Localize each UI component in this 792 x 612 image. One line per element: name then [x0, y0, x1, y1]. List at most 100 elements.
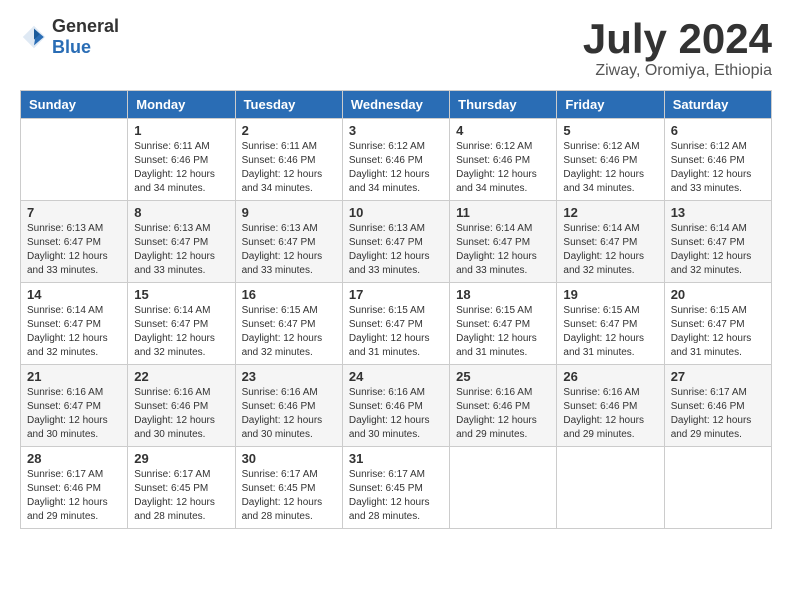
calendar-cell: 22Sunrise: 6:16 AM Sunset: 6:46 PM Dayli… — [128, 365, 235, 447]
calendar-cell: 21 Sunrise: 6:16 AM Sunset: 6:47 PM Dayli… — [21, 365, 128, 447]
calendar-cell: 7Sunrise: 6:13 AM Sunset: 6:47 PM Daylig… — [21, 201, 128, 283]
day-info: Sunrise: 6:16 AM Sunset: 6:46 PM Dayligh… — [349, 386, 443, 442]
calendar-cell: 13 Sunrise: 6:14 AM Sunset: 6:47 PM Dayli… — [664, 201, 771, 283]
day-number: 17 — [349, 287, 443, 302]
day-info: Sunrise: 6:14 AM Sunset: 6:47 PM Dayligh… — [134, 304, 228, 360]
calendar-cell: 17 Sunrise: 6:15 AM Sunset: 6:47 PM Dayli… — [342, 283, 449, 365]
week-row-4: 21 Sunrise: 6:16 AM Sunset: 6:47 PM Dayli… — [21, 365, 772, 447]
calendar-cell: 24Sunrise: 6:16 AM Sunset: 6:46 PM Dayli… — [342, 365, 449, 447]
day-info: Sunrise: 6:11 AM Sunset: 6:46 PM Dayligh… — [242, 140, 336, 196]
weekday-header-row: SundayMondayTuesdayWednesdayThursdayFrid… — [21, 91, 772, 119]
week-row-1: 1 Sunrise: 6:11 AM Sunset: 6:46 PM Daylig… — [21, 119, 772, 201]
day-number: 13 — [671, 205, 765, 220]
location-title: Ziway, Oromiya, Ethiopia — [583, 62, 772, 80]
day-number: 26 — [563, 369, 657, 384]
day-info: Sunrise: 6:16 AM Sunset: 6:46 PM Dayligh… — [134, 386, 228, 442]
day-info: Sunrise: 6:15 AM Sunset: 6:47 PM Dayligh… — [242, 304, 336, 360]
calendar-cell: 28Sunrise: 6:17 AM Sunset: 6:46 PM Dayli… — [21, 447, 128, 529]
weekday-header-tuesday: Tuesday — [235, 91, 342, 119]
calendar-cell: 25 Sunrise: 6:16 AM Sunset: 6:46 PM Dayli… — [450, 365, 557, 447]
day-number: 29 — [134, 451, 228, 466]
day-info: Sunrise: 6:17 AM Sunset: 6:45 PM Dayligh… — [242, 468, 336, 524]
day-number: 18 — [456, 287, 550, 302]
day-number: 31 — [349, 451, 443, 466]
calendar-cell: 10Sunrise: 6:13 AM Sunset: 6:47 PM Dayli… — [342, 201, 449, 283]
logo: General Blue — [20, 16, 119, 58]
day-info: Sunrise: 6:14 AM Sunset: 6:47 PM Dayligh… — [456, 222, 550, 278]
day-info: Sunrise: 6:15 AM Sunset: 6:47 PM Dayligh… — [456, 304, 550, 360]
weekday-header-monday: Monday — [128, 91, 235, 119]
day-info: Sunrise: 6:17 AM Sunset: 6:45 PM Dayligh… — [349, 468, 443, 524]
day-info: Sunrise: 6:11 AM Sunset: 6:46 PM Dayligh… — [134, 140, 228, 196]
day-number: 2 — [242, 123, 336, 138]
weekday-header-wednesday: Wednesday — [342, 91, 449, 119]
day-number: 21 — [27, 369, 121, 384]
day-info: Sunrise: 6:15 AM Sunset: 6:47 PM Dayligh… — [563, 304, 657, 360]
day-number: 7 — [27, 205, 121, 220]
day-number: 20 — [671, 287, 765, 302]
weekday-header-friday: Friday — [557, 91, 664, 119]
day-number: 6 — [671, 123, 765, 138]
day-info: Sunrise: 6:15 AM Sunset: 6:47 PM Dayligh… — [349, 304, 443, 360]
day-number: 5 — [563, 123, 657, 138]
day-info: Sunrise: 6:12 AM Sunset: 6:46 PM Dayligh… — [456, 140, 550, 196]
calendar-cell: 30 Sunrise: 6:17 AM Sunset: 6:45 PM Dayli… — [235, 447, 342, 529]
calendar-cell: 5 Sunrise: 6:12 AM Sunset: 6:46 PM Daylig… — [557, 119, 664, 201]
day-number: 8 — [134, 205, 228, 220]
calendar-cell: 12 Sunrise: 6:14 AM Sunset: 6:47 PM Dayli… — [557, 201, 664, 283]
day-info: Sunrise: 6:16 AM Sunset: 6:46 PM Dayligh… — [242, 386, 336, 442]
calendar-cell: 8 Sunrise: 6:13 AM Sunset: 6:47 PM Daylig… — [128, 201, 235, 283]
day-info: Sunrise: 6:14 AM Sunset: 6:47 PM Dayligh… — [671, 222, 765, 278]
calendar-cell: 15 Sunrise: 6:14 AM Sunset: 6:47 PM Dayli… — [128, 283, 235, 365]
calendar-cell: 27 Sunrise: 6:17 AM Sunset: 6:46 PM Dayli… — [664, 365, 771, 447]
title-section: July 2024 Ziway, Oromiya, Ethiopia — [583, 16, 772, 80]
day-number: 12 — [563, 205, 657, 220]
day-number: 14 — [27, 287, 121, 302]
weekday-header-sunday: Sunday — [21, 91, 128, 119]
day-info: Sunrise: 6:17 AM Sunset: 6:46 PM Dayligh… — [671, 386, 765, 442]
calendar-cell: 9Sunrise: 6:13 AM Sunset: 6:47 PM Daylig… — [235, 201, 342, 283]
day-number: 15 — [134, 287, 228, 302]
calendar-cell — [664, 447, 771, 529]
day-info: Sunrise: 6:12 AM Sunset: 6:46 PM Dayligh… — [671, 140, 765, 196]
day-number: 3 — [349, 123, 443, 138]
day-number: 1 — [134, 123, 228, 138]
calendar-header: SundayMondayTuesdayWednesdayThursdayFrid… — [21, 91, 772, 119]
day-number: 27 — [671, 369, 765, 384]
calendar-cell — [450, 447, 557, 529]
day-number: 25 — [456, 369, 550, 384]
day-info: Sunrise: 6:16 AM Sunset: 6:47 PM Dayligh… — [27, 386, 121, 442]
weekday-header-saturday: Saturday — [664, 91, 771, 119]
calendar-cell — [21, 119, 128, 201]
calendar-cell: 23Sunrise: 6:16 AM Sunset: 6:46 PM Dayli… — [235, 365, 342, 447]
calendar-cell: 11 Sunrise: 6:14 AM Sunset: 6:47 PM Dayli… — [450, 201, 557, 283]
logo-blue: Blue — [52, 37, 91, 57]
calendar-cell: 1 Sunrise: 6:11 AM Sunset: 6:46 PM Daylig… — [128, 119, 235, 201]
calendar-cell: 2 Sunrise: 6:11 AM Sunset: 6:46 PM Daylig… — [235, 119, 342, 201]
week-row-3: 14 Sunrise: 6:14 AM Sunset: 6:47 PM Dayli… — [21, 283, 772, 365]
day-info: Sunrise: 6:14 AM Sunset: 6:47 PM Dayligh… — [563, 222, 657, 278]
day-number: 4 — [456, 123, 550, 138]
day-info: Sunrise: 6:13 AM Sunset: 6:47 PM Dayligh… — [134, 222, 228, 278]
calendar-cell: 14 Sunrise: 6:14 AM Sunset: 6:47 PM Dayli… — [21, 283, 128, 365]
calendar-cell: 29Sunrise: 6:17 AM Sunset: 6:45 PM Dayli… — [128, 447, 235, 529]
day-number: 10 — [349, 205, 443, 220]
calendar-cell: 26 Sunrise: 6:16 AM Sunset: 6:46 PM Dayli… — [557, 365, 664, 447]
calendar-cell: 19 Sunrise: 6:15 AM Sunset: 6:47 PM Dayli… — [557, 283, 664, 365]
calendar-body: 1 Sunrise: 6:11 AM Sunset: 6:46 PM Daylig… — [21, 119, 772, 529]
calendar-cell: 31 Sunrise: 6:17 AM Sunset: 6:45 PM Dayli… — [342, 447, 449, 529]
day-info: Sunrise: 6:12 AM Sunset: 6:46 PM Dayligh… — [563, 140, 657, 196]
day-info: Sunrise: 6:14 AM Sunset: 6:47 PM Dayligh… — [27, 304, 121, 360]
logo-icon — [20, 23, 48, 51]
calendar-cell: 16 Sunrise: 6:15 AM Sunset: 6:47 PM Dayli… — [235, 283, 342, 365]
day-number: 19 — [563, 287, 657, 302]
day-number: 16 — [242, 287, 336, 302]
day-info: Sunrise: 6:16 AM Sunset: 6:46 PM Dayligh… — [563, 386, 657, 442]
day-number: 11 — [456, 205, 550, 220]
day-info: Sunrise: 6:12 AM Sunset: 6:46 PM Dayligh… — [349, 140, 443, 196]
page-header: General Blue July 2024 Ziway, Oromiya, E… — [20, 16, 772, 80]
day-info: Sunrise: 6:16 AM Sunset: 6:46 PM Dayligh… — [456, 386, 550, 442]
calendar-table: SundayMondayTuesdayWednesdayThursdayFrid… — [20, 90, 772, 529]
calendar-cell: 18 Sunrise: 6:15 AM Sunset: 6:47 PM Dayli… — [450, 283, 557, 365]
day-number: 30 — [242, 451, 336, 466]
